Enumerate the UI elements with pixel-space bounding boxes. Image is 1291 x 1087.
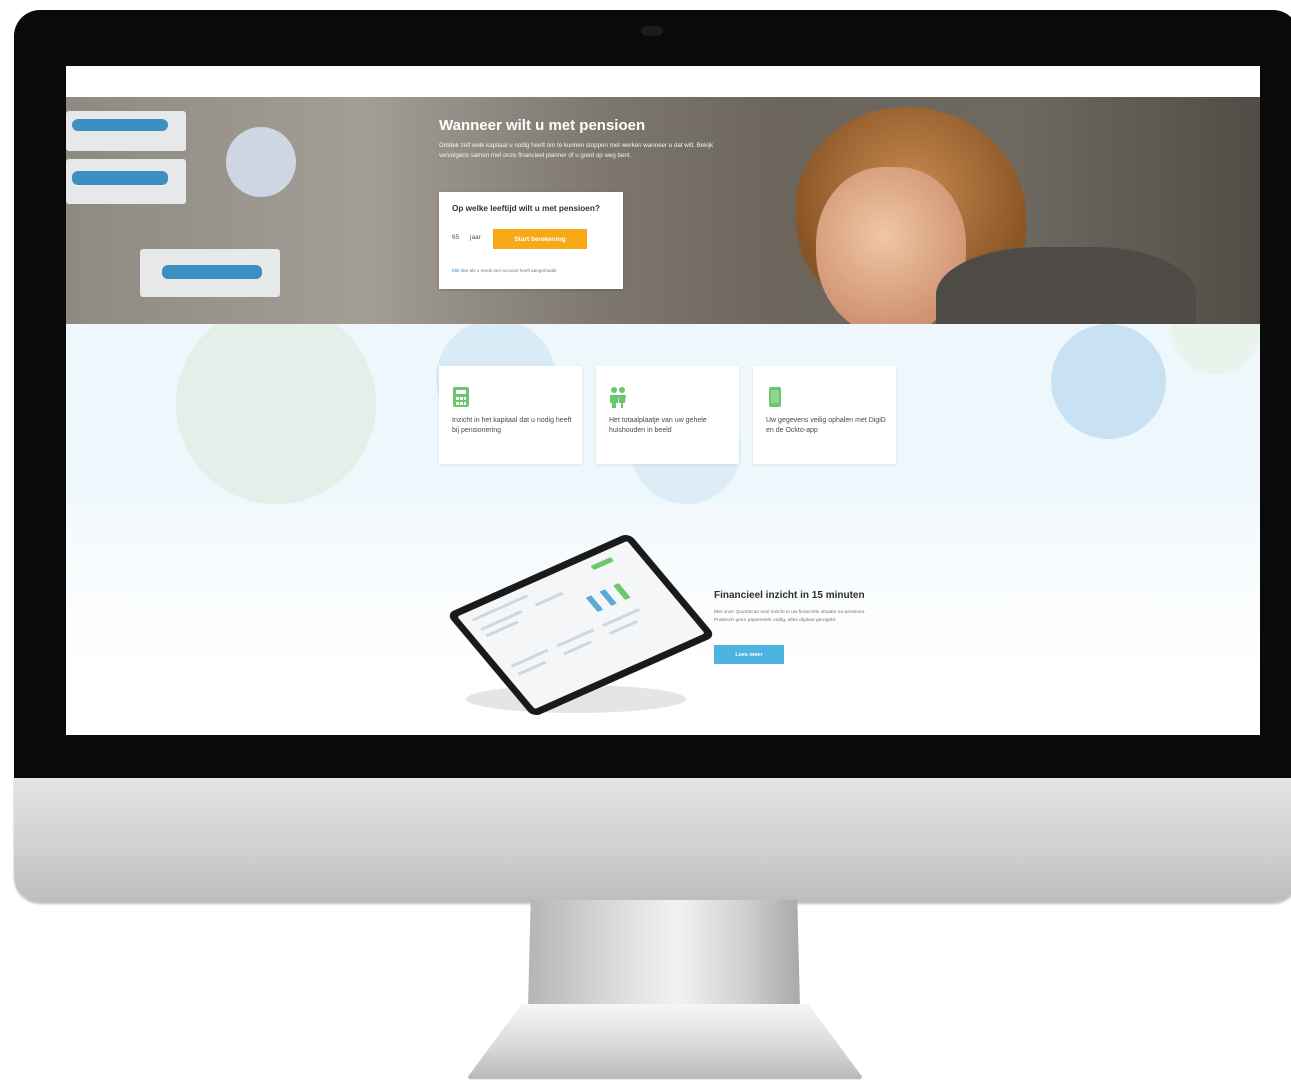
pension-calculator-card: Op welke leeftijd wilt u met pensioen? 6…	[439, 192, 623, 289]
tablet-ui-figure	[613, 583, 631, 600]
age-unit-label: jaar	[470, 234, 481, 241]
promo-section: Financieel inzicht in 15 minuten Met onz…	[66, 505, 1260, 735]
smartphone-icon	[769, 387, 781, 407]
decorative-bubble	[1051, 324, 1166, 439]
hero-intro: Ontdek zelf welk kapitaal u nodig heeft …	[439, 142, 714, 159]
camera-icon	[641, 26, 663, 36]
hero-section: Wanneer wilt u met pensioen Ontdek zelf …	[66, 97, 1260, 324]
feature-card-capital: Inzicht in het kapitaal dat u nodig heef…	[439, 366, 582, 464]
feature-text: Het totaalplaatje van uw gehele huishoud…	[609, 417, 707, 434]
calculator-icon	[453, 387, 469, 407]
login-hint-text: als u reeds een account heeft aangemaakt	[468, 268, 557, 273]
promo-title: Financieel inzicht in 15 minuten	[714, 590, 865, 601]
promo-text: Met onze QuickScan snel inzicht in uw fi…	[714, 610, 866, 623]
background-glove-box	[162, 265, 262, 279]
hero-photo-shirt	[936, 247, 1196, 324]
hero-title: Wanneer wilt u met pensioen	[439, 117, 646, 134]
background-poster	[226, 127, 296, 197]
read-more-button[interactable]: Lees meer	[714, 645, 784, 664]
decorative-bubble	[1171, 324, 1260, 374]
start-calculation-button[interactable]: Start berekening	[493, 229, 587, 249]
site-header	[66, 66, 1260, 97]
age-input[interactable]: 65	[452, 234, 468, 241]
monitor-stand-neck	[528, 900, 800, 1008]
background-shelf	[66, 111, 186, 151]
feature-text: Inzicht in het kapitaal dat u nodig heef…	[452, 417, 572, 434]
decorative-bubble	[176, 324, 376, 504]
household-icon	[610, 387, 626, 408]
tablet-screen	[457, 540, 705, 710]
features-section: Inzicht in het kapitaal dat u nodig heef…	[66, 324, 1260, 505]
tablet-ui-line	[471, 594, 529, 622]
tablet-ui-button	[590, 557, 614, 571]
login-link[interactable]: Klik hier	[452, 268, 468, 273]
browser-viewport: Wanneer wilt u met pensioen Ontdek zelf …	[66, 66, 1260, 735]
tablet-ui-figure	[599, 589, 617, 606]
feature-card-digid: Uw gegevens veilig ophalen met DigiD en …	[753, 366, 896, 464]
login-hint: Klik hier als u reeds een account heeft …	[452, 268, 556, 273]
feature-text: Uw gegevens veilig ophalen met DigiD en …	[766, 417, 886, 434]
monitor-stand-foot	[466, 1004, 864, 1080]
calculator-question: Op welke leeftijd wilt u met pensioen?	[452, 204, 600, 213]
background-glove-box	[72, 119, 168, 131]
tablet-ui-line	[534, 591, 564, 607]
monitor-chin	[14, 778, 1291, 902]
feature-card-household: Het totaalplaatje van uw gehele huishoud…	[596, 366, 739, 464]
background-glove-box	[72, 171, 168, 185]
tablet-ui-figure	[585, 595, 604, 613]
